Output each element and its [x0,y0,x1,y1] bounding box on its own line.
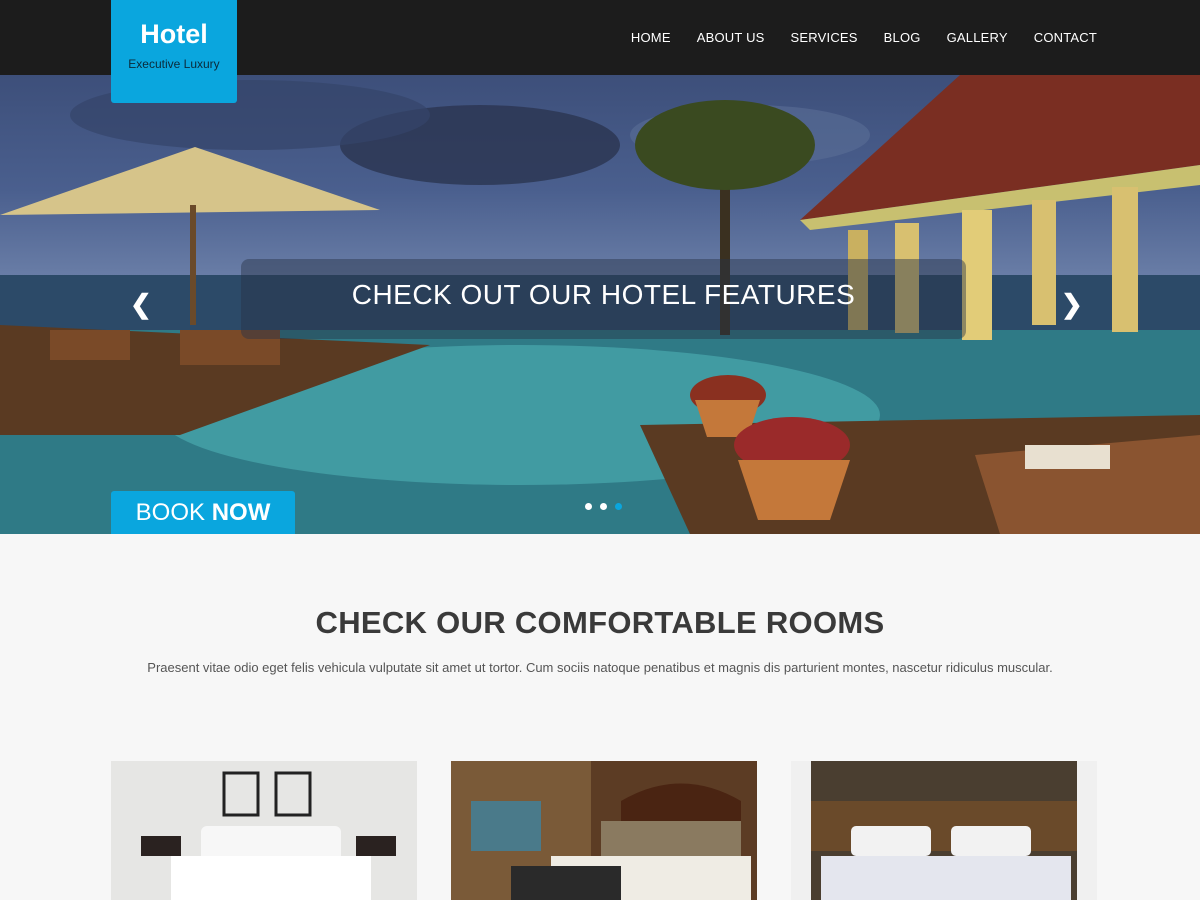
room-card-2[interactable] [451,761,757,900]
slider-dot-2[interactable] [600,503,607,510]
hero-caption: CHECK OUT OUR HOTEL FEATURES [351,279,856,310]
room-image-3 [791,761,1097,900]
nav-home[interactable]: HOME [631,30,671,45]
chevron-right-icon[interactable]: ❯ [1061,289,1083,320]
nav-contact[interactable]: CONTACT [1034,30,1097,45]
room-image-2 [451,761,757,900]
nav-about-us[interactable]: ABOUT US [697,30,765,45]
book-now-prefix: BOOK [135,499,206,526]
rooms-heading: CHECK OUR COMFORTABLE ROOMS [0,605,1200,641]
nav-gallery[interactable]: GALLERY [947,30,1008,45]
room-image-1 [111,761,417,900]
rooms-heading-prefix: CHECK OUR COMFORTABLE [315,605,757,640]
nav-blog[interactable]: BLOG [884,30,921,45]
slider-dots [585,503,630,510]
room-card-1[interactable] [111,761,417,900]
hero-slider: CHECK OUT OUR HOTEL FEATURES ❮ ❯ BOOK NO… [0,75,1200,534]
logo-subtitle: Executive Luxury [128,57,220,71]
rooms-description: Praesent vitae odio eget felis vehicula … [147,660,1053,675]
nav-services[interactable]: SERVICES [791,30,858,45]
site-logo[interactable]: Hotel Executive Luxury [111,0,237,103]
slider-dot-1[interactable] [585,503,592,510]
book-now-button[interactable]: BOOK NOW [111,491,295,534]
main-nav: HOME ABOUT US SERVICES BLOG GALLERY CONT… [631,0,1097,75]
slider-dot-3[interactable] [615,503,622,510]
room-card-3[interactable] [791,761,1097,900]
chevron-left-icon[interactable]: ❮ [130,289,152,320]
rooms-heading-bold: ROOMS [765,605,885,640]
book-now-bold: NOW [211,499,271,526]
logo-title: Hotel [140,19,208,49]
